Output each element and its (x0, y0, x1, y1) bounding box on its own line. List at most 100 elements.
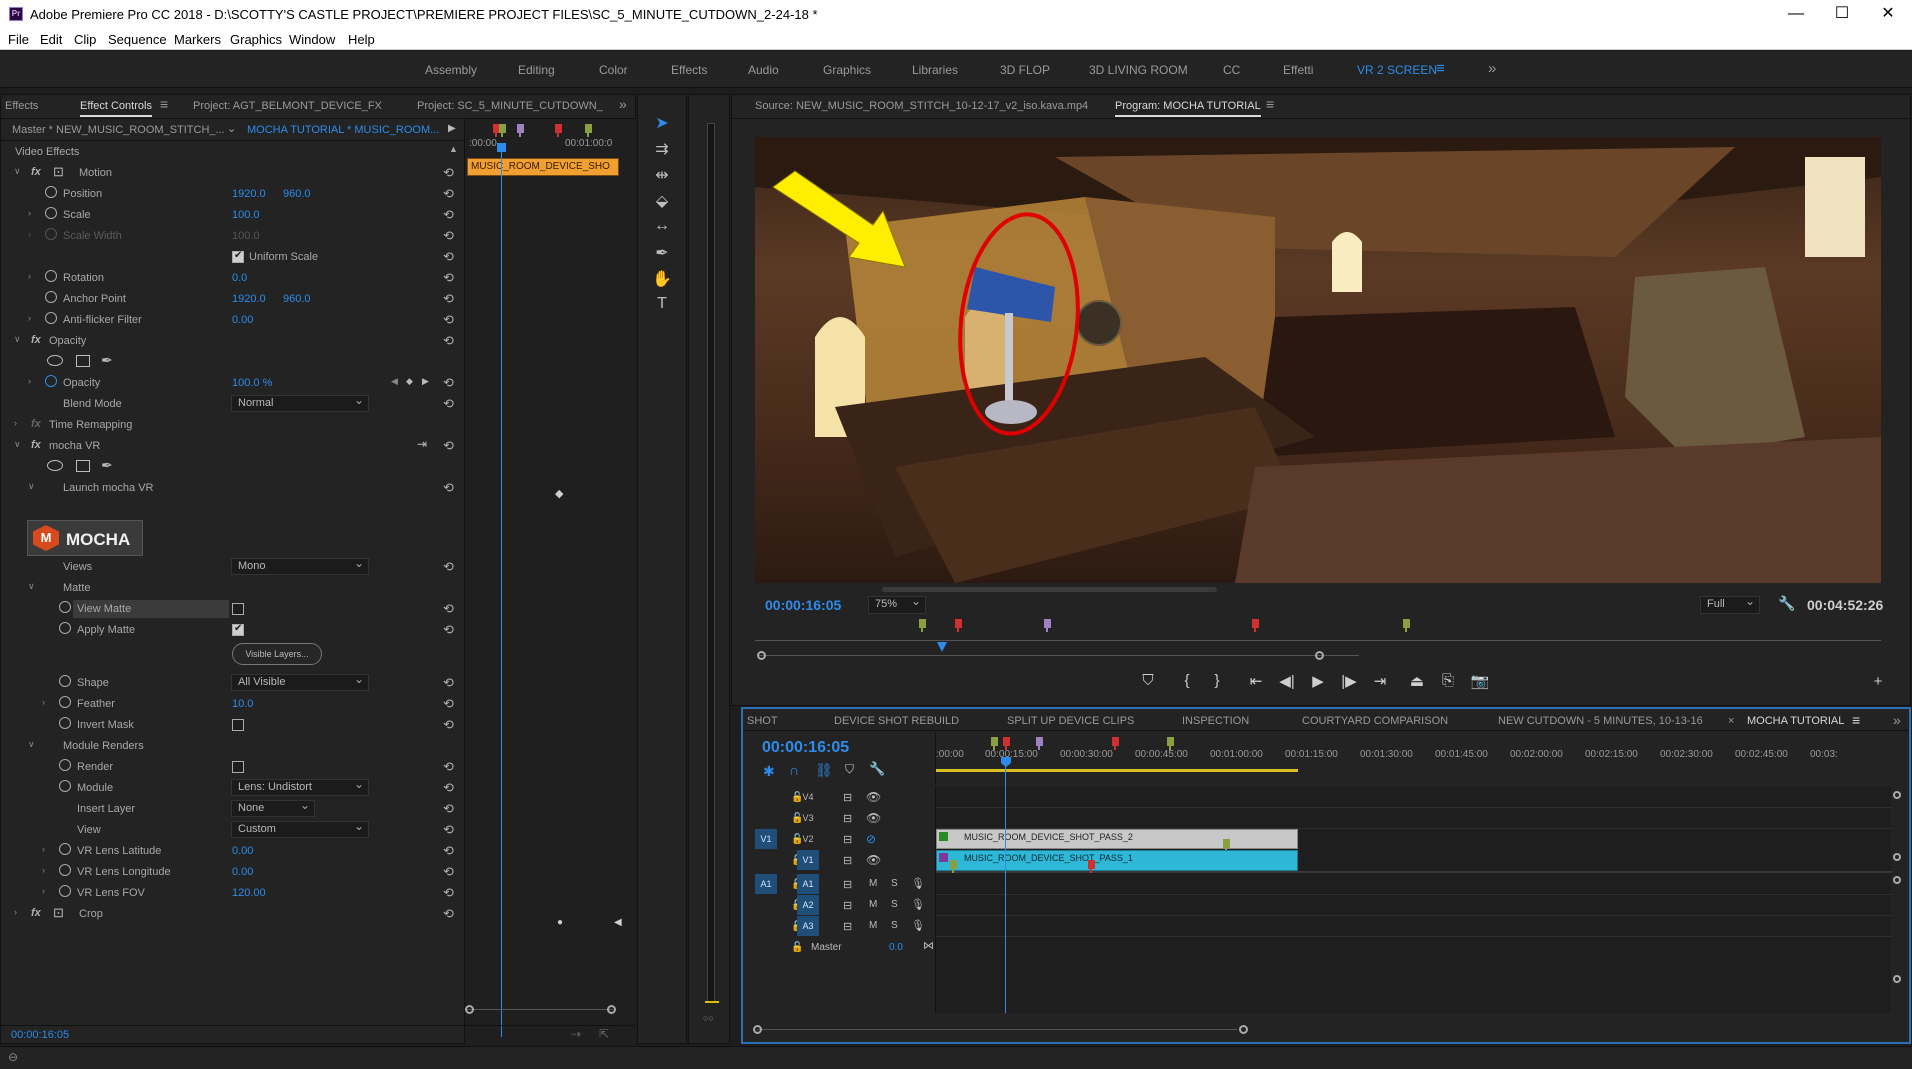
video-track-scroll-handle[interactable] (1893, 791, 1901, 799)
microphone-icon[interactable]: 🎙 (911, 919, 925, 932)
expand-icon[interactable]: › (14, 907, 17, 917)
stopwatch-icon[interactable] (59, 675, 71, 687)
stopwatch-icon[interactable] (45, 291, 57, 303)
workspace-3d-living-room[interactable]: 3D LIVING ROOM (1089, 63, 1188, 77)
render-checkbox[interactable] (232, 761, 244, 773)
workspace-vr-2-screen[interactable]: VR 2 SCREEN (1357, 63, 1437, 77)
track-a2-toggle[interactable]: A2 (797, 895, 819, 915)
clip-dropdown-icon[interactable]: ⌄ (227, 122, 236, 135)
marker-green[interactable] (919, 619, 926, 632)
crop-transform-icon[interactable]: ⊡ (53, 905, 64, 921)
tab-mocha-tutorial[interactable]: MOCHA TUTORIAL (1747, 715, 1844, 727)
collapse-icon[interactable]: ∨ (28, 481, 35, 492)
sync-lock-icon[interactable]: ⊟ (843, 878, 852, 891)
marker-green[interactable] (585, 124, 592, 137)
work-area-bar[interactable] (936, 769, 1298, 772)
master-clip-label[interactable]: Master * NEW_MUSIC_ROOM_STITCH_... (12, 124, 225, 136)
export-icon[interactable]: ⇱ (599, 1027, 609, 1041)
mini-zoom-handle-left[interactable] (465, 1005, 474, 1014)
play-icon[interactable]: ▶ (1306, 672, 1330, 690)
monitor-zoom-track[interactable] (759, 655, 1359, 656)
master-volume-value[interactable]: 0.0 (889, 942, 903, 953)
stopwatch-icon[interactable] (59, 622, 71, 634)
export-frame-camera-icon[interactable]: 📷 (1468, 672, 1492, 690)
status-icon[interactable]: ⊖ (8, 1050, 18, 1064)
reset-icon[interactable]: ⟲ (443, 601, 454, 617)
shape-dropdown[interactable]: All Visible (231, 672, 369, 691)
workspace-color[interactable]: Color (599, 63, 628, 77)
tab-courtyard-comparison[interactable]: COURTYARD COMPARISON (1302, 715, 1448, 727)
clip-v2[interactable]: MUSIC_ROOM_DEVICE_SHOT_PASS_2 (936, 829, 1298, 852)
go-to-out-icon[interactable]: ⇥ (1368, 672, 1392, 690)
reset-icon[interactable]: ⟲ (443, 885, 454, 901)
reset-icon[interactable]: ⟲ (443, 396, 454, 412)
type-tool-icon[interactable]: T (650, 295, 674, 317)
rotation-value[interactable]: 0.0 (232, 272, 247, 284)
reset-icon[interactable]: ⟲ (443, 270, 454, 286)
tab-menu-icon[interactable]: ≡ (160, 96, 168, 112)
maximize-icon[interactable]: ☐ (1822, 3, 1862, 27)
insert-layer-dropdown[interactable]: None (231, 798, 315, 817)
rectangle-mask-icon[interactable] (76, 460, 90, 472)
view-dropdown[interactable]: Custom (231, 819, 369, 838)
expand-icon[interactable]: › (28, 313, 31, 323)
sync-lock-icon[interactable]: ⊟ (843, 833, 852, 846)
fx-icon[interactable]: fx (31, 418, 41, 430)
workspace-audio[interactable]: Audio (748, 63, 779, 77)
pen-mask-icon[interactable]: ✒ (101, 457, 113, 474)
collapse-icon[interactable]: ∨ (14, 439, 21, 450)
scroll-up-icon[interactable]: ▲ (449, 144, 458, 154)
menu-window[interactable]: Window (289, 32, 335, 47)
tab-program[interactable]: Program: MOCHA TUTORIAL (1115, 100, 1261, 117)
microphone-icon[interactable]: 🎙 (911, 898, 925, 911)
reset-icon[interactable]: ⟲ (443, 801, 454, 817)
anchor-y-value[interactable]: 960.0 (283, 293, 311, 305)
video-scrollbar[interactable] (882, 587, 1217, 592)
fx-icon[interactable]: fx (31, 334, 41, 346)
eye-hidden-icon[interactable]: ⊘ (866, 832, 876, 846)
workspace-libraries[interactable]: Libraries (912, 63, 958, 77)
lock-icon[interactable]: 🔓 (791, 942, 803, 953)
sequence-menu-icon[interactable]: ≡ (1852, 712, 1860, 728)
nest-sequence-icon[interactable]: ✱ (763, 763, 775, 780)
snap-magnet-icon[interactable]: ∩ (789, 762, 799, 778)
reset-icon[interactable]: ⟲ (443, 822, 454, 838)
mocha-launch-button[interactable]: M MOCHA (27, 520, 143, 556)
fx-icon[interactable]: fx (31, 907, 41, 919)
collapse-icon[interactable]: ∨ (28, 581, 35, 592)
workspace-effetti[interactable]: Effetti (1283, 63, 1313, 77)
stopwatch-icon[interactable] (45, 270, 57, 282)
timeline-zoom-track[interactable] (757, 1029, 1237, 1030)
crop-keyframe-icon[interactable]: ● (557, 917, 563, 928)
mini-clip-bar[interactable]: MUSIC_ROOM_DEVICE_SHO (467, 158, 619, 176)
expand-icon[interactable]: › (42, 697, 45, 707)
sequence-clip-label[interactable]: MOCHA TUTORIAL * MUSIC_ROOM... (247, 124, 439, 136)
step-forward-icon[interactable]: |▶ (1337, 672, 1361, 690)
motion-transform-icon[interactable]: ⊡ (53, 164, 64, 180)
views-dropdown[interactable]: Mono (231, 556, 369, 575)
expand-icon[interactable]: › (28, 376, 31, 386)
next-keyframe-icon[interactable]: ▶ (422, 376, 429, 387)
position-y-value[interactable]: 960.0 (283, 188, 311, 200)
marker-green[interactable] (1167, 737, 1174, 750)
stopwatch-icon[interactable] (59, 601, 71, 613)
feather-value[interactable]: 10.0 (232, 698, 253, 710)
filter-icon[interactable]: ⇢ (571, 1027, 581, 1041)
mark-out-icon[interactable]: } (1205, 672, 1229, 689)
go-to-end-icon[interactable]: ⋈ (923, 939, 934, 952)
marker-red[interactable] (955, 619, 962, 632)
stopwatch-icon[interactable] (59, 885, 71, 897)
vr-lens-latitude-value[interactable]: 0.00 (232, 845, 253, 857)
timeline-overflow-icon[interactable]: » (1893, 712, 1901, 728)
reset-icon[interactable]: ⟲ (443, 906, 454, 922)
quality-dropdown[interactable]: Full (1700, 594, 1760, 614)
menu-edit[interactable]: Edit (40, 32, 62, 47)
collapse-icon[interactable]: ∨ (14, 334, 21, 345)
expand-icon[interactable]: › (14, 418, 17, 428)
audio-track-scroll-handle-bottom[interactable] (1893, 975, 1901, 983)
stopwatch-icon[interactable] (59, 843, 71, 855)
module-dropdown[interactable]: Lens: Undistort (231, 777, 369, 796)
stopwatch-icon[interactable] (59, 759, 71, 771)
tab-device-shot-rebuild[interactable]: DEVICE SHOT REBUILD (834, 715, 959, 727)
step-back-icon[interactable]: ◀| (1275, 672, 1299, 690)
